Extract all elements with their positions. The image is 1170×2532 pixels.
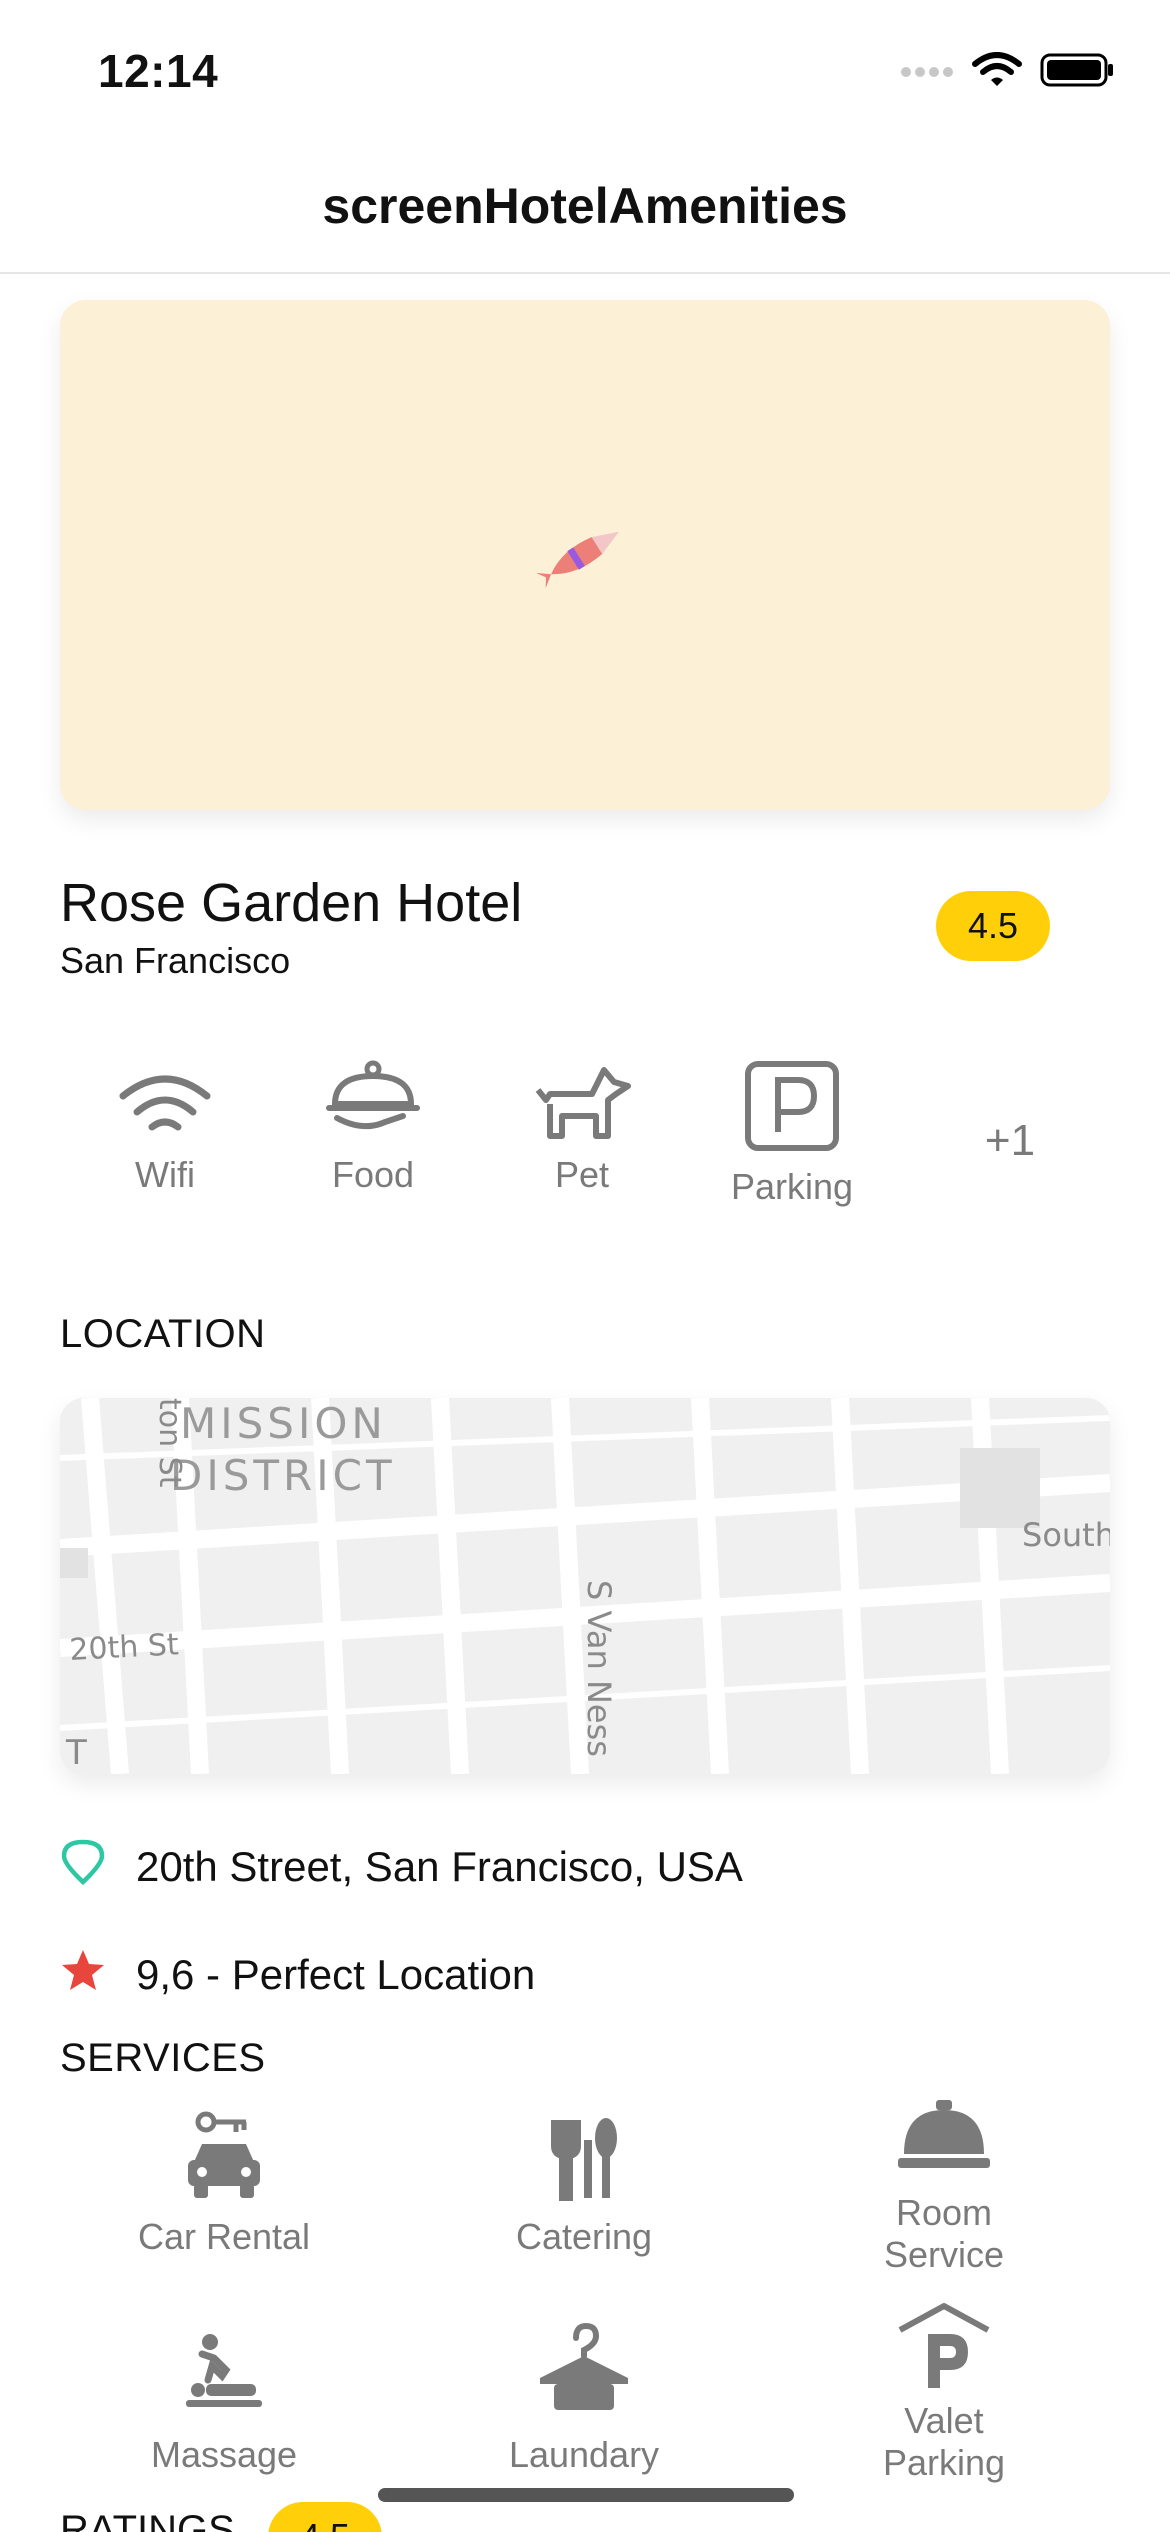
map-label-van-ness: S Van Ness — [580, 1580, 618, 1757]
map-label-street: ton St — [152, 1398, 187, 1488]
location-score-row: 9,6 - Perfect Location — [60, 1948, 535, 2002]
ratings-badge: 4.5 — [268, 2502, 382, 2532]
amenity-pet[interactable]: Pet — [482, 1060, 682, 1196]
battery-icon — [1040, 53, 1114, 92]
service-label: Room Service — [883, 2192, 1005, 2275]
service-laundry[interactable]: Laundary — [434, 2322, 734, 2476]
map-label-20th: 20th St — [69, 1627, 180, 1668]
hotel-name: Rose Garden Hotel — [60, 873, 523, 933]
parking-icon — [692, 1060, 892, 1152]
hotel-city: San Francisco — [60, 940, 291, 981]
amenity-label: Food — [331, 1154, 415, 1195]
rating-badge: 4.5 — [936, 891, 1050, 961]
status-icons — [900, 52, 1114, 93]
home-indicator[interactable] — [378, 2488, 794, 2502]
cellular-signal-icon — [900, 60, 954, 85]
rocket-icon — [536, 518, 633, 593]
wifi-icon — [65, 1060, 265, 1140]
amenity-parking[interactable]: Parking — [692, 1060, 892, 1208]
car-key-icon — [74, 2110, 374, 2206]
status-bar: 12:14 — [0, 0, 1170, 140]
service-massage[interactable]: Massage — [74, 2330, 374, 2476]
service-label: Catering — [515, 2216, 653, 2257]
service-valet-parking[interactable]: Valet Parking — [794, 2300, 1094, 2484]
amenity-label: Parking — [730, 1166, 854, 1207]
amenity-wifi[interactable]: Wifi — [65, 1060, 265, 1196]
location-score-text: 9,6 - Perfect Location — [136, 1951, 536, 1998]
service-label: Valet Parking — [882, 2400, 1006, 2483]
service-label: Laundary — [508, 2434, 660, 2475]
service-label: Car Rental — [137, 2216, 311, 2257]
massage-icon — [74, 2330, 374, 2410]
ratings-title: RATINGS — [60, 2508, 235, 2532]
address-row: 20th Street, San Francisco, USA — [60, 1838, 743, 1896]
service-bell-icon — [794, 2098, 1094, 2172]
map-label-t: T — [65, 1733, 87, 1773]
dog-icon — [482, 1060, 682, 1140]
hotel-image[interactable] — [60, 300, 1110, 810]
status-time: 12:14 — [98, 45, 219, 97]
services-title: SERVICES — [60, 2036, 266, 2080]
wifi-icon — [972, 52, 1022, 93]
amenities-row: Wifi Food Pet Parking +1 — [60, 1060, 1110, 1240]
food-cloche-icon — [273, 1060, 473, 1140]
amenity-label: Wifi — [135, 1154, 195, 1195]
page-title: screenHotelAmenities — [322, 178, 848, 234]
map-label-mission: MISSION — [180, 1399, 387, 1448]
cutlery-icon — [434, 2110, 734, 2206]
service-car-rental[interactable]: Car Rental — [74, 2110, 374, 2258]
valet-parking-icon — [794, 2300, 1094, 2394]
location-title: LOCATION — [60, 1312, 266, 1356]
star-icon — [60, 1948, 106, 2002]
location-pin-icon — [60, 1838, 106, 1896]
amenity-food[interactable]: Food — [273, 1060, 473, 1196]
map-label-district: DISTRICT — [170, 1451, 396, 1500]
amenities-more-button[interactable]: +1 — [940, 1116, 1080, 1166]
hanger-icon — [434, 2322, 734, 2414]
location-map[interactable]: MISSION DISTRICT ton St 20th St S Van Ne… — [60, 1398, 1110, 1774]
service-label: Massage — [150, 2434, 298, 2475]
map-label-south: South — [1022, 1516, 1110, 1554]
address-text: 20th Street, San Francisco, USA — [136, 1843, 743, 1890]
navigation-bar: screenHotelAmenities — [0, 140, 1170, 274]
service-catering[interactable]: Catering — [434, 2110, 734, 2258]
amenity-label: Pet — [554, 1154, 610, 1195]
service-room-service[interactable]: Room Service — [794, 2098, 1094, 2276]
